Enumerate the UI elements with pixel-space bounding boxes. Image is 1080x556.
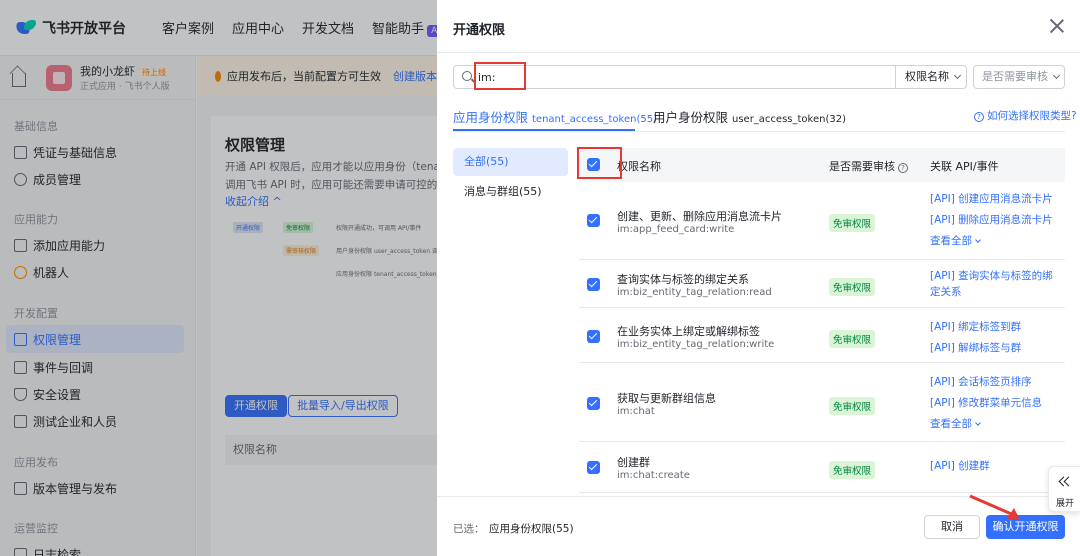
select-all-highlight-box: [577, 147, 622, 179]
search-input[interactable]: [478, 69, 878, 85]
related-apis: [API] 创建群: [930, 458, 1062, 479]
search-highlight-box: [474, 62, 526, 90]
table-row: 查询实体与标签的绑定关系 im:biz_entity_tag_relation:…: [579, 260, 1065, 308]
tab-label: 用户身份权限: [653, 110, 729, 125]
permission-code: im:biz_entity_tag_relation:read: [617, 287, 772, 298]
api-link[interactable]: [API] 会话标签页排序: [930, 374, 1062, 390]
permission-code: im:chat: [617, 406, 655, 417]
close-icon[interactable]: [1049, 18, 1065, 34]
permission-code: im:app_feed_card:write: [617, 224, 735, 235]
review-free-tag: 免审权限: [829, 330, 876, 348]
tab-tenant-identity[interactable]: 应用身份权限 tenant_access_token(55): [453, 107, 657, 126]
permission-name: 在业务实体上绑定或解绑标签: [617, 325, 760, 338]
permission-name: 创建群: [617, 456, 650, 469]
column-header-review-label: 是否需要审核: [829, 160, 895, 173]
chevron-down-icon: [1052, 71, 1061, 80]
search-scope-select[interactable]: 权限名称: [895, 65, 967, 89]
row-checkbox[interactable]: [587, 214, 600, 227]
view-all-label: 查看全部: [930, 418, 972, 430]
column-header-review: 是否需要审核?: [829, 158, 908, 174]
related-apis: [API] 会话标签页排序 [API] 修改群菜单元信息 查看全部: [930, 374, 1062, 432]
category-message-group[interactable]: 消息与群组(55): [453, 178, 568, 206]
permission-table: 权限名称 是否需要审核? 关联 API/事件 创建、更新、删除应用消息流卡片 i…: [579, 148, 1065, 493]
review-free-tag: 免审权限: [829, 461, 876, 479]
category-all[interactable]: 全部(55): [453, 148, 568, 176]
review-free-tag: 免审权限: [829, 214, 876, 232]
review-filter-select[interactable]: 是否需要审核: [973, 65, 1065, 89]
tab-user-identity[interactable]: 用户身份权限 user_access_token(32): [653, 107, 846, 126]
column-header-name: 权限名称: [617, 160, 661, 173]
permission-name: 查询实体与标签的绑定关系: [617, 273, 749, 286]
table-row: 创建群 im:chat:create 免审权限 [API] 创建群: [579, 442, 1065, 493]
selected-value: 应用身份权限(55): [489, 523, 574, 535]
api-link[interactable]: [API] 创建应用消息流卡片: [930, 191, 1062, 207]
expand-panel-tab[interactable]: 展开: [1048, 466, 1080, 512]
active-tab-indicator: [453, 129, 635, 131]
permission-name: 获取与更新群组信息: [617, 392, 716, 405]
review-filter-placeholder: 是否需要审核: [982, 70, 1048, 83]
expand-label: 展开: [1056, 499, 1075, 509]
view-all-link[interactable]: 查看全部: [930, 416, 1062, 432]
view-all-label: 查看全部: [930, 235, 972, 247]
column-header-api: 关联 API/事件: [930, 160, 999, 173]
category-list: 全部(55) 消息与群组(55): [453, 148, 568, 208]
api-link[interactable]: [API] 查询实体与标签的绑定关系: [930, 268, 1062, 300]
view-all-link[interactable]: 查看全部: [930, 233, 1062, 249]
search-scope-value: 权限名称: [905, 70, 949, 83]
open-permission-drawer: 开通权限 权限名称 是否需要审核 应用身份权限 tenant_access_to…: [437, 0, 1080, 556]
row-checkbox[interactable]: [587, 330, 600, 343]
permission-name: 创建、更新、删除应用消息流卡片: [617, 210, 782, 223]
divider: [437, 52, 1080, 53]
row-checkbox[interactable]: [587, 278, 600, 291]
search-icon: [462, 71, 472, 81]
drawer-title: 开通权限: [453, 23, 506, 38]
review-free-tag: 免审权限: [829, 278, 876, 296]
chevron-down-icon: [975, 237, 981, 243]
permission-code: im:chat:create: [617, 470, 690, 481]
related-apis: [API] 绑定标签到群 [API] 解绑标签与群: [930, 319, 1062, 361]
table-header: 权限名称 是否需要审核? 关联 API/事件: [579, 148, 1065, 182]
question-icon: ?: [898, 163, 908, 173]
annotation-arrow-icon: [969, 494, 1020, 520]
permission-type-help-link[interactable]: ? 如何选择权限类型?: [974, 108, 1077, 123]
api-link[interactable]: [API] 绑定标签到群: [930, 319, 1062, 335]
row-checkbox[interactable]: [587, 397, 600, 410]
api-link[interactable]: [API] 解绑标签与群: [930, 340, 1062, 356]
api-link[interactable]: [API] 修改群菜单元信息: [930, 395, 1062, 411]
row-checkbox[interactable]: [587, 461, 600, 474]
review-free-tag: 免审权限: [829, 397, 876, 415]
selected-label: 已选：: [453, 523, 485, 535]
tab-token: tenant_access_token(55): [532, 114, 657, 125]
permission-code: im:biz_entity_tag_relation:write: [617, 339, 775, 350]
tab-token: user_access_token(32): [732, 114, 846, 125]
related-apis: [API] 创建应用消息流卡片 [API] 删除应用消息流卡片 查看全部: [930, 191, 1062, 249]
table-row: 创建、更新、删除应用消息流卡片 im:app_feed_card:write 免…: [579, 182, 1065, 260]
api-link[interactable]: [API] 删除应用消息流卡片: [930, 212, 1062, 228]
api-link[interactable]: [API] 创建群: [930, 458, 1062, 474]
help-link-label: 如何选择权限类型?: [987, 110, 1077, 122]
help-circle-icon: ?: [974, 112, 984, 122]
chevron-down-icon: [953, 71, 962, 80]
table-row: 在业务实体上绑定或解绑标签 im:biz_entity_tag_relation…: [579, 308, 1065, 363]
related-apis: [API] 查询实体与标签的绑定关系: [930, 268, 1062, 305]
chevron-down-icon: [975, 420, 981, 426]
table-row: 获取与更新群组信息 im:chat 免审权限 [API] 会话标签页排序 [AP…: [579, 363, 1065, 442]
identity-tabs: 应用身份权限 tenant_access_token(55) 用户身份权限 us…: [453, 100, 1077, 132]
double-chevron-left-icon: [1063, 476, 1074, 487]
tab-label: 应用身份权限: [453, 110, 529, 125]
